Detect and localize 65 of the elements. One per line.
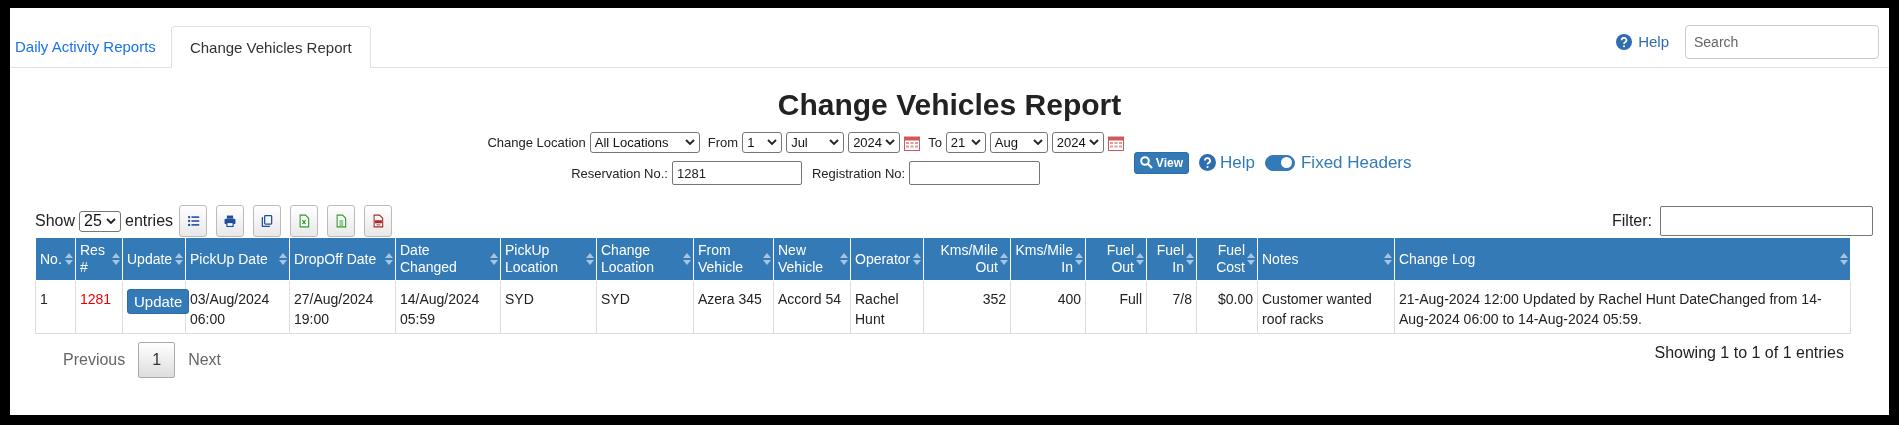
- column-header[interactable]: New Vehicle: [773, 238, 851, 281]
- next-link[interactable]: Next: [175, 343, 235, 377]
- year-select[interactable]: 2024: [848, 132, 901, 153]
- table-cell: 27/Aug/2024 19:00: [289, 280, 396, 334]
- table-cell: Rachel Hunt: [850, 280, 924, 334]
- table-cell: Full: [1085, 280, 1147, 334]
- table-cell: Accord 54: [773, 280, 851, 334]
- reservation-label: Reservation No.:: [571, 165, 668, 181]
- day-select[interactable]: 1: [742, 132, 783, 153]
- page-title: Change Vehicles Report: [777, 88, 1122, 122]
- registration-label: Registration No:: [811, 165, 906, 181]
- table-cell: Azera 345: [693, 280, 774, 334]
- table-cell: Customer wanted roof racks: [1257, 280, 1395, 334]
- filter-label: Filter:: [1612, 212, 1652, 230]
- search-field[interactable]: Search: [1685, 24, 1879, 59]
- column-header[interactable]: Res #: [75, 238, 123, 281]
- table-cell: 7/8: [1146, 280, 1197, 334]
- column-header[interactable]: Update: [122, 238, 186, 281]
- column-header[interactable]: Operator: [850, 238, 924, 281]
- column-header[interactable]: PickUp Date: [185, 238, 290, 281]
- show-label: Show: [35, 212, 76, 230]
- date-label: From: [707, 135, 739, 150]
- column-header[interactable]: Fuel Out: [1085, 238, 1147, 281]
- reservation-link[interactable]: 1281: [80, 291, 112, 307]
- column-header[interactable]: Change Log: [1394, 238, 1851, 281]
- location-select[interactable]: All Locations: [589, 132, 700, 153]
- update-button[interactable]: Update: [127, 289, 190, 314]
- help-link[interactable]: Help: [1616, 33, 1669, 50]
- column-header[interactable]: Notes: [1257, 238, 1395, 281]
- view-button[interactable]: View: [1133, 151, 1189, 174]
- year-select[interactable]: 2024: [1051, 132, 1104, 153]
- toggle-label: Fixed Headers: [1300, 152, 1412, 173]
- table-cell: 1: [35, 280, 76, 334]
- table-cell: 352: [923, 280, 1011, 334]
- column-header[interactable]: Fuel Cost: [1196, 238, 1258, 281]
- reservation-field[interactable]: 1281: [671, 161, 802, 185]
- column-header[interactable]: Kms/Mile Out: [923, 238, 1011, 281]
- table-cell: $0.00: [1196, 280, 1258, 334]
- help-link[interactable]: Help: [1199, 152, 1255, 173]
- table-cell: SYD: [596, 280, 694, 334]
- column-header[interactable]: Change Location: [596, 238, 694, 281]
- table-cell: 400: [1010, 280, 1086, 334]
- table-cell: 14/Aug/2024 05:59: [395, 280, 501, 334]
- column-header[interactable]: Fuel In: [1146, 238, 1197, 281]
- page-size-select[interactable]: 25: [79, 210, 122, 232]
- column-header[interactable]: Kms/Mile In: [1010, 238, 1086, 281]
- page-button[interactable]: 1: [138, 342, 176, 378]
- location-label: Change Location: [487, 135, 586, 150]
- column-header[interactable]: PickUp Location: [500, 238, 597, 281]
- column-header[interactable]: DropOff Date: [289, 238, 396, 281]
- day-select[interactable]: 21: [945, 132, 986, 153]
- month-select[interactable]: Jul: [786, 132, 845, 153]
- tab[interactable]: Change Vehicles Report: [170, 26, 371, 68]
- table-cell: 21-Aug-2024 12:00 Updated by Rachel Hunt DateChanged from 14-Aug-2024 06:00 to 14-Aug-2024 05:59.: [1394, 280, 1851, 334]
- table-cell: 03/Aug/2024 06:00: [185, 280, 290, 334]
- table-cell: SYD: [500, 280, 597, 334]
- previous-link[interactable]: Previous: [50, 343, 139, 377]
- entries-label: entries: [125, 212, 174, 230]
- column-header[interactable]: Date Changed: [395, 238, 501, 281]
- tab[interactable]: Daily Activity Reports: [10, 25, 171, 67]
- month-select[interactable]: Aug: [989, 132, 1048, 153]
- date-label: To: [928, 135, 942, 150]
- entries-info: Showing 1 to 1 of 1 entries: [1654, 343, 1844, 362]
- column-header[interactable]: No.: [35, 238, 76, 281]
- column-header[interactable]: From Vehicle: [693, 238, 774, 281]
